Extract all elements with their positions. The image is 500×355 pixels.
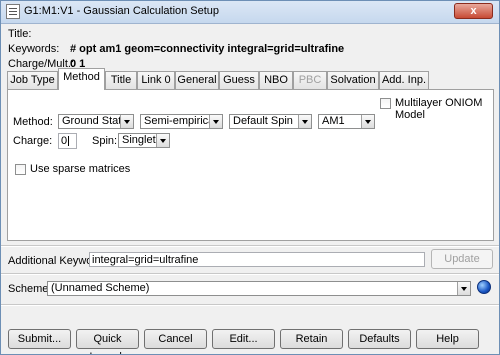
help-button[interactable]: Help bbox=[416, 329, 479, 349]
additional-keywords-value: integral=grid=ultrafine bbox=[92, 254, 199, 266]
update-button: Update bbox=[431, 249, 493, 269]
chevron-down-icon bbox=[120, 115, 133, 128]
title-label: Title: bbox=[8, 28, 32, 40]
title-bar[interactable]: G1:M1:V1 - Gaussian Calculation Setup x bbox=[1, 1, 499, 24]
tab-general[interactable]: General bbox=[175, 71, 219, 89]
method-tab-panel: Multilayer ONIOM Model Method: Ground St… bbox=[7, 89, 494, 241]
tab-link0[interactable]: Link 0 bbox=[137, 71, 175, 89]
tab-solvation[interactable]: Solvation bbox=[327, 71, 379, 89]
chevron-down-icon bbox=[209, 115, 222, 128]
spin-mode-select[interactable]: Default Spin bbox=[229, 114, 312, 129]
method-name-value: AM1 bbox=[322, 115, 345, 127]
window-title: G1:M1:V1 - Gaussian Calculation Setup bbox=[24, 5, 220, 17]
cancel-button[interactable]: Cancel bbox=[144, 329, 207, 349]
method-state-select[interactable]: Ground State bbox=[58, 114, 134, 129]
document-icon bbox=[6, 4, 20, 19]
charge-value: 0 bbox=[61, 135, 68, 147]
tab-method[interactable]: Method bbox=[58, 68, 105, 90]
spin-value: Singlet bbox=[122, 134, 156, 146]
method-label: Method: bbox=[13, 116, 53, 128]
tab-guess[interactable]: Guess bbox=[219, 71, 259, 89]
calculation-setup-window: G1:M1:V1 - Gaussian Calculation Setup x … bbox=[0, 0, 500, 355]
keywords-value: # opt am1 geom=connectivity integral=gri… bbox=[70, 43, 345, 55]
oniom-checkbox[interactable] bbox=[380, 98, 391, 109]
sparse-matrices-checkbox[interactable] bbox=[15, 164, 26, 175]
keywords-label: Keywords: bbox=[8, 43, 60, 55]
scheme-select[interactable]: (Unnamed Scheme) bbox=[47, 281, 471, 296]
defaults-button[interactable]: Defaults bbox=[348, 329, 411, 349]
text-cursor bbox=[68, 136, 70, 147]
close-button[interactable]: x bbox=[454, 3, 493, 19]
oniom-label: Multilayer ONIOM Model bbox=[395, 97, 483, 121]
sparse-matrices-label: Use sparse matrices bbox=[30, 163, 131, 175]
charge-label: Charge: bbox=[13, 135, 53, 147]
charge-input[interactable]: 0 bbox=[58, 133, 77, 149]
tab-additional-input[interactable]: Add. Inp. bbox=[379, 71, 429, 89]
tab-pbc: PBC bbox=[293, 71, 327, 89]
divider bbox=[1, 304, 499, 306]
divider bbox=[1, 245, 499, 247]
method-name-select[interactable]: AM1 bbox=[318, 114, 375, 129]
retain-button[interactable]: Retain bbox=[280, 329, 343, 349]
spin-mode-value: Default Spin bbox=[233, 115, 293, 127]
chevron-down-icon bbox=[156, 134, 169, 147]
tab-nbo[interactable]: NBO bbox=[259, 71, 293, 89]
method-type-select[interactable]: Semi-empirical... bbox=[140, 114, 223, 129]
globe-icon[interactable] bbox=[477, 280, 491, 294]
spin-label: Spin: bbox=[92, 135, 118, 147]
chevron-down-icon bbox=[361, 115, 374, 128]
tab-title[interactable]: Title bbox=[105, 71, 137, 89]
additional-keywords-input[interactable]: integral=grid=ultrafine bbox=[89, 252, 425, 267]
scheme-label: Scheme: bbox=[8, 283, 52, 295]
tab-job-type[interactable]: Job Type bbox=[7, 71, 58, 89]
chevron-down-icon bbox=[298, 115, 311, 128]
chevron-down-icon bbox=[457, 282, 470, 295]
scheme-value: (Unnamed Scheme) bbox=[51, 282, 150, 294]
submit-button[interactable]: Submit... bbox=[8, 329, 71, 349]
spin-select[interactable]: Singlet bbox=[118, 133, 170, 148]
quick-launch-button[interactable]: Quick Launch bbox=[76, 329, 139, 354]
edit-button[interactable]: Edit... bbox=[212, 329, 275, 349]
divider bbox=[1, 273, 499, 275]
method-state-value: Ground State bbox=[62, 115, 128, 127]
